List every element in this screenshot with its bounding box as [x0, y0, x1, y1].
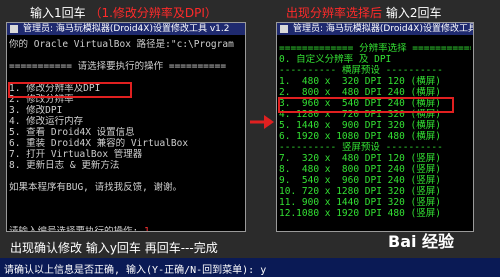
- left-console-window[interactable]: 管理员: 海马玩模拟器(Droid4X)设置修改工具 v1.2 你的 Oracl…: [6, 22, 246, 232]
- left-terminal-line: [9, 171, 243, 182]
- highlight-option-1: [8, 82, 132, 98]
- confirm-bar[interactable]: 请确认以上信息是否正确, 输入(Y-正确/N-回到菜单): y: [0, 258, 500, 277]
- left-terminal-line: 如果本程序有BUG, 请找我反馈, 谢谢。: [9, 182, 183, 193]
- right-terminal-line: 1. 480 x 320 DPI 120 (横屏): [279, 76, 441, 87]
- arrow-right-icon: [250, 115, 274, 129]
- right-console-window[interactable]: 管理员: 海马玩模拟器(Droid4X)设置修改工具 =============…: [276, 22, 474, 232]
- left-terminal-line: [9, 193, 243, 204]
- caption-left-main: 输入1回车: [30, 6, 86, 20]
- left-terminal-line: [9, 50, 243, 61]
- caption-right: 出现分辨率选择后 输入2回车: [286, 4, 441, 21]
- confirm-prompt[interactable]: 请确认以上信息是否正确, 输入(Y-正确/N-回到菜单): y: [4, 261, 266, 276]
- right-window-titlebar[interactable]: 管理员: 海马玩模拟器(Droid4X)设置修改工具: [277, 23, 473, 35]
- left-terminal-output: 你的 Oracle VirtualBox 路径是:"c:\Program ====…: [9, 39, 243, 231]
- right-terminal-line: ---------- 横屏预设 ----------: [279, 65, 443, 76]
- left-terminal-line: 3. 修改DPI: [9, 105, 63, 116]
- left-terminal-line: 4. 修改运行内存: [9, 116, 84, 127]
- highlight-option-2: [278, 97, 454, 113]
- left-terminal-line: 7. 打开 VirtualBox 管理器: [9, 149, 143, 160]
- right-terminal-line: 8. 480 x 800 DPI 240 (竖屏): [279, 164, 441, 175]
- right-terminal-line: 10. 720 x 1280 DPI 320 (竖屏): [279, 186, 441, 197]
- caption-right-main: 输入2回车: [385, 6, 442, 20]
- caption-left: 输入1回车 （1.修改分辨率及DPI）: [30, 4, 217, 21]
- left-terminal-line: [9, 215, 243, 226]
- left-terminal-line: 5. 查看 Droid4X 设置信息: [9, 127, 135, 138]
- right-terminal-line: 5. 1440 x 900 DPI 320 (横屏): [279, 120, 441, 131]
- right-terminal-line: 0. 自定义分辨率 及 DPI: [279, 54, 392, 65]
- caption-right-note: 出现分辨率选择后: [286, 6, 383, 20]
- right-terminal-line: 6. 1920 x 1080 DPI 480 (横屏): [279, 131, 441, 142]
- left-terminal-line: =========== 请选择要执行的操作 ==========: [9, 61, 227, 72]
- caption-left-note: （1.修改分辨率及DPI）: [89, 6, 217, 20]
- left-window-titlebar[interactable]: 管理员: 海马玩模拟器(Droid4X)设置修改工具 v1.2: [7, 23, 245, 35]
- console-app-icon: [280, 25, 288, 33]
- left-window-title: 管理员: 海马玩模拟器(Droid4X)设置修改工具 v1.2: [23, 24, 230, 34]
- right-terminal-line: 7. 320 x 480 DPI 120 (竖屏): [279, 153, 441, 164]
- right-terminal-line: 9. 540 x 960 DPI 240 (竖屏): [279, 175, 441, 186]
- left-terminal-line: 6. 重装 Droid4X 兼容的 VirtualBox: [9, 138, 189, 149]
- left-terminal-line: [9, 204, 243, 215]
- right-terminal-line: 11. 900 x 1440 DPI 320 (竖屏): [279, 197, 441, 208]
- command-input-value[interactable]: 1: [144, 226, 150, 231]
- left-terminal-line: 8. 更新日志 & 更新方法: [9, 160, 120, 171]
- baidu-watermark-logo: Bai 经验: [388, 232, 455, 251]
- left-terminal-line: 你的 Oracle VirtualBox 路径是:"c:\Program: [9, 39, 234, 50]
- right-terminal-output: ============= 分辨率选择 ============= 0. 自定义分…: [279, 43, 471, 219]
- right-terminal-line: ---------- 竖屏预设 ----------: [279, 142, 443, 153]
- console-app-icon: [10, 25, 18, 33]
- caption-bottom: 出现确认修改 输入y回车 再回车---完成: [10, 241, 218, 255]
- right-terminal-line: ============= 分辨率选择 =============: [279, 43, 471, 54]
- right-window-title: 管理员: 海马玩模拟器(Droid4X)设置修改工具: [293, 24, 474, 34]
- right-terminal-line: 12.1080 x 1920 DPI 480 (竖屏): [279, 208, 441, 219]
- left-terminal-line: 请输入编号选择要执行的操作: 1: [9, 226, 243, 231]
